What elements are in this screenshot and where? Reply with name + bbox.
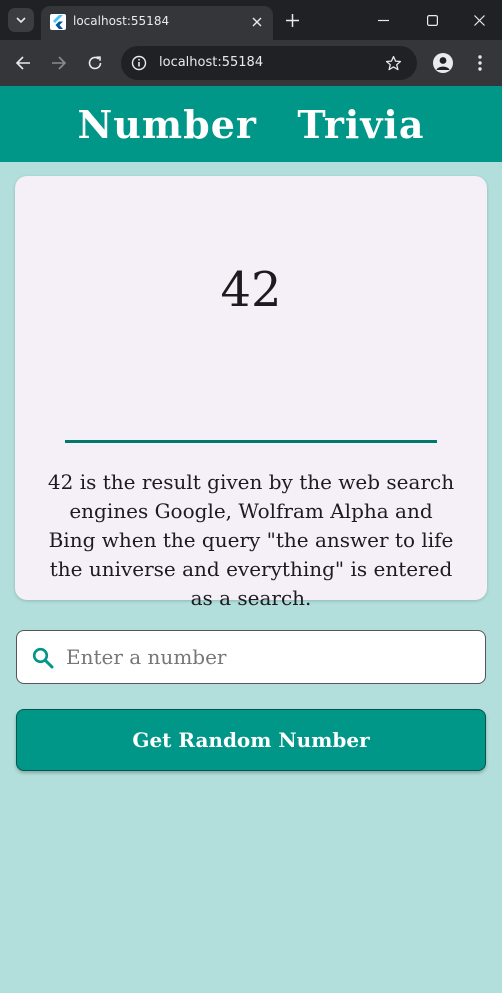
back-button[interactable] [11,51,35,75]
trivia-text-line: Bing when the query "the answer to life [48,528,454,552]
trivia-text: 42 is the result given by the web search… [27,468,475,613]
star-icon [385,55,401,70]
person-icon [436,57,450,70]
maximize-icon [426,14,438,26]
trivia-number: 42 [220,262,282,318]
get-random-number-button[interactable]: Get Random Number [16,709,486,771]
address-bar[interactable]: localhost:55184 [121,46,417,80]
search-icon [32,647,54,669]
get-random-number-label: Get Random Number [132,728,370,752]
minimize-button[interactable] [361,4,405,36]
close-window-button[interactable] [457,4,501,36]
forward-button[interactable] [47,51,71,75]
maximize-button[interactable] [410,4,454,36]
browser-tabstrip: localhost:55184 [0,0,502,40]
trivia-card: 42 42 is the result given by the web sea… [15,176,487,610]
bookmark-button[interactable] [383,53,403,73]
flutter-icon [50,14,66,30]
new-tab-button[interactable] [281,9,303,31]
trivia-text-line: the universe and everything" is entered [49,557,453,581]
reload-button[interactable] [83,51,107,75]
divider [65,440,437,443]
close-icon [252,17,262,27]
minimize-icon [377,19,389,21]
trivia-text-line: 42 is the result given by the web search [47,470,455,494]
app-bar: Number Trivia [0,86,502,162]
app-viewport: Number Trivia 42 42 is the result given … [0,86,502,993]
reload-icon [88,56,102,70]
plus-icon [285,13,299,27]
arrow-right-icon [52,56,67,70]
browser-menu-button[interactable] [470,53,490,73]
browser-tab[interactable]: localhost:55184 [41,6,273,40]
site-info-button[interactable] [130,54,148,72]
trivia-text-line: as a search. [190,586,312,610]
info-icon [131,55,147,71]
trivia-text-line: engines Google, Wolfram Alpha and [69,499,433,523]
arrow-left-icon [15,56,30,70]
profile-button[interactable] [433,53,453,73]
tab-search-button[interactable] [8,8,34,32]
chevron-down-icon [16,17,26,24]
url-text: localhost:55184 [159,55,264,70]
more-vert-icon [478,55,482,71]
number-input[interactable] [66,631,471,683]
tab-close-button[interactable] [249,14,265,30]
browser-toolbar: localhost:55184 [0,40,502,86]
close-icon [473,14,485,26]
tab-title: localhost:55184 [73,14,170,28]
number-search-field[interactable] [16,630,486,684]
app-title: Number Trivia [77,101,425,147]
